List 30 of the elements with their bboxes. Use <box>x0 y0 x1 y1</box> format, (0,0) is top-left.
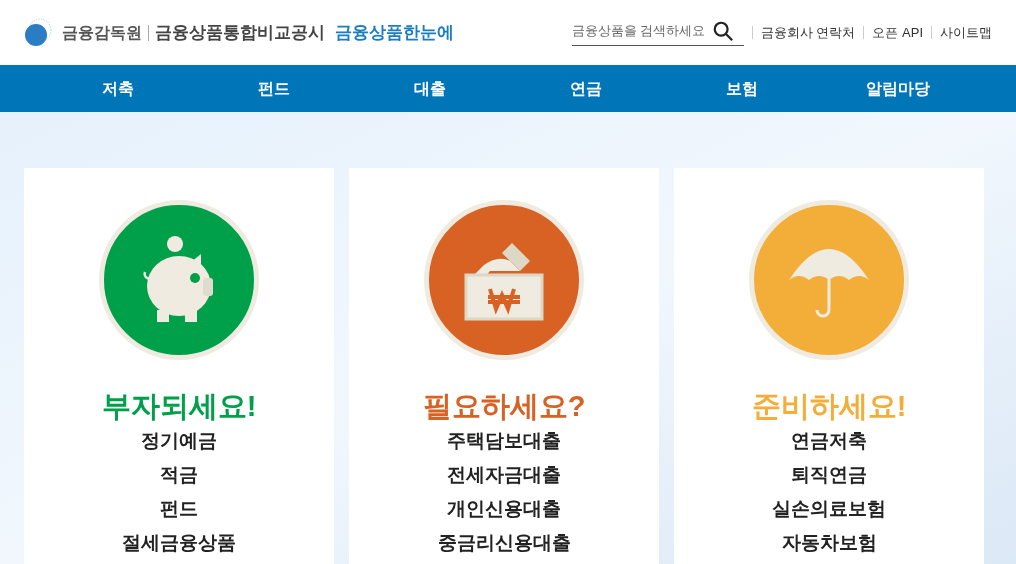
header-link[interactable]: 사이트맵 <box>940 22 992 43</box>
header-link[interactable]: 오픈 API <box>872 22 923 43</box>
nav-menu-item[interactable]: 알림마당 <box>866 76 930 101</box>
product-link[interactable]: 중금리신용대출 <box>437 526 571 560</box>
product-link[interactable]: 실손의료보험 <box>772 492 886 526</box>
card-title: 준비하세요! <box>751 389 907 424</box>
nav-menu-item[interactable]: 펀드 <box>258 76 290 101</box>
product-link[interactable]: 개인신용대출 <box>447 492 561 526</box>
nav-menu-item[interactable]: 연금 <box>570 76 602 101</box>
search-icon[interactable] <box>711 19 734 42</box>
search-field[interactable]: 금융상품을 검색하세요 <box>571 19 744 46</box>
product-link[interactable]: 자동차보험 <box>781 526 877 560</box>
product-link[interactable]: 절세금융상품 <box>122 526 236 560</box>
product-link[interactable]: 정기예금 <box>141 424 217 458</box>
product-link[interactable]: 주택담보대출 <box>447 424 561 458</box>
nav-menu-item[interactable]: 보험 <box>726 76 758 101</box>
product-link[interactable]: 연금저축 <box>791 424 867 458</box>
card-title: 부자되세요! <box>101 389 257 424</box>
product-link[interactable]: 전세자금대출 <box>447 458 561 492</box>
card-title: 필요하세요? <box>422 389 586 424</box>
globe-logo-icon <box>24 17 54 48</box>
nav-menu-item[interactable]: 저축 <box>102 76 134 101</box>
product-link[interactable]: 퇴직연금 <box>791 458 867 492</box>
product-link[interactable]: 적금 <box>160 458 198 492</box>
org-name: 금융감독원 <box>62 22 142 43</box>
brand-name: 금융상품한눈에 <box>335 21 454 44</box>
nav-menu-item[interactable]: 대출 <box>414 76 446 101</box>
header-link[interactable]: 금융회사 연락처 <box>760 22 856 43</box>
product-link[interactable]: 펀드 <box>160 492 198 526</box>
site-name: 금융상품통합비교공시 <box>155 21 325 44</box>
